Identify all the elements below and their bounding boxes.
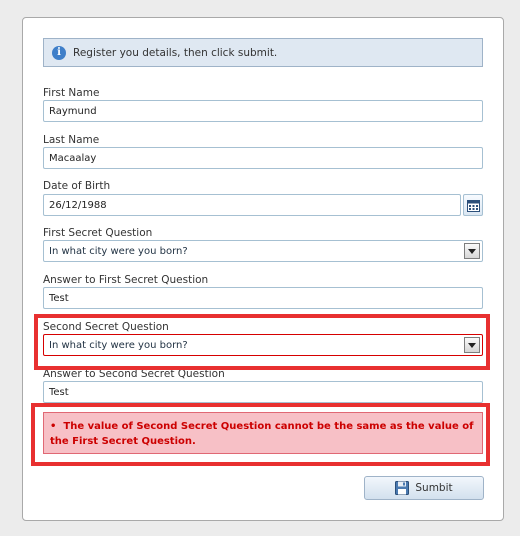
- last-name-input[interactable]: Macaalay: [43, 147, 483, 169]
- first-question-value: In what city were you born?: [49, 245, 188, 257]
- first-question-select[interactable]: In what city were you born?: [43, 240, 483, 262]
- highlight-second-question: [34, 314, 490, 370]
- dob-input[interactable]: 26/12/1988: [43, 194, 461, 216]
- first-name-input[interactable]: Raymund: [43, 100, 483, 122]
- highlight-error-message: [31, 403, 490, 466]
- info-banner: i Register you details, then click submi…: [43, 38, 483, 67]
- first-answer-input[interactable]: Test: [43, 287, 483, 309]
- first-question-label: First Secret Question: [43, 227, 153, 239]
- last-name-label: Last Name: [43, 134, 100, 146]
- submit-button[interactable]: Sumbit: [364, 476, 484, 500]
- calendar-icon: [467, 200, 480, 212]
- submit-label: Sumbit: [415, 482, 453, 494]
- chevron-down-icon[interactable]: [464, 243, 480, 259]
- dob-label: Date of Birth: [43, 180, 111, 192]
- save-icon: [395, 481, 410, 495]
- info-icon: i: [52, 45, 66, 60]
- first-answer-label: Answer to First Secret Question: [43, 274, 209, 286]
- first-name-label: First Name: [43, 87, 100, 99]
- info-text: Register you details, then click submit.: [73, 46, 278, 59]
- second-answer-input[interactable]: Test: [43, 381, 483, 403]
- calendar-button[interactable]: [463, 194, 483, 216]
